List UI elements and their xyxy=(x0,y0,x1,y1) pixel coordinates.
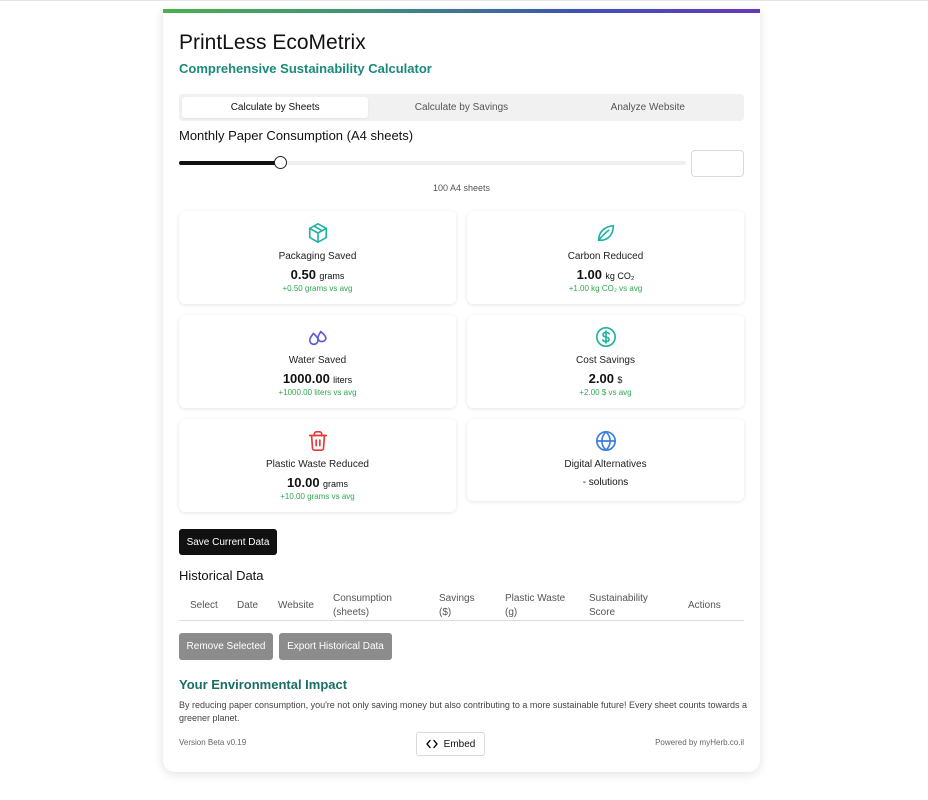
metric-label: Carbon Reduced xyxy=(567,251,644,262)
window-top-border xyxy=(0,0,928,1)
metric-value: 0.50 grams xyxy=(290,267,345,282)
mode-tabs: Calculate by Sheets Calculate by Savings… xyxy=(179,94,744,121)
slider-fill xyxy=(179,161,280,165)
historical-data-table-header: Select Date Website Consumption (sheets)… xyxy=(179,591,744,621)
trash-icon xyxy=(308,431,327,451)
droplets-icon xyxy=(308,330,327,346)
gradient-accent-bar xyxy=(163,9,760,13)
metric-comparison: +0.50 grams vs avg xyxy=(282,284,353,293)
app-title: PrintLess EcoMetrix xyxy=(179,31,366,54)
metric-plastic-waste-reduced: Plastic Waste Reduced 10.00 grams +10.00… xyxy=(179,419,456,512)
metric-label: Water Saved xyxy=(288,355,347,366)
metric-cost-savings: Cost Savings 2.00 $ +2.00 $ vs avg xyxy=(467,315,744,408)
historical-data-title: Historical Data xyxy=(179,568,264,583)
embed-label: Embed xyxy=(443,738,476,750)
tab-analyze-website[interactable]: Analyze Website xyxy=(555,97,741,118)
column-header: Date xyxy=(237,600,259,611)
column-header: Select xyxy=(190,600,218,611)
metric-comparison: +1.00 kg CO₂ vs avg xyxy=(568,284,643,293)
save-current-data-button[interactable]: Save Current Data xyxy=(179,529,277,555)
tab-calculate-by-sheets[interactable]: Calculate by Sheets xyxy=(182,97,369,118)
remove-selected-button[interactable]: Remove Selected xyxy=(179,633,273,660)
slider-label: Monthly Paper Consumption (A4 sheets) xyxy=(179,128,414,143)
leaf-icon xyxy=(597,224,614,242)
metric-comparison: +10.00 grams vs avg xyxy=(280,492,355,501)
metric-water-saved: Water Saved 1000.00 liters +1000.00 lite… xyxy=(179,315,456,408)
column-header: Consumption (sheets) xyxy=(333,593,392,618)
embed-button[interactable]: Embed xyxy=(416,732,485,756)
metric-digital-alternatives: Digital Alternatives - solutions xyxy=(467,419,744,501)
slider-value-text: 100 A4 sheets xyxy=(432,183,491,193)
code-icon xyxy=(425,739,438,749)
consumption-slider[interactable] xyxy=(179,156,686,169)
globe-icon xyxy=(595,431,616,451)
slider-thumb[interactable] xyxy=(274,156,287,169)
impact-title: Your Environmental Impact xyxy=(179,677,348,692)
metric-packaging-saved: Packaging Saved 0.50 grams +0.50 grams v… xyxy=(179,211,456,304)
consumption-input[interactable] xyxy=(691,150,744,177)
metric-value: 10.00 grams xyxy=(287,475,348,490)
metric-label: Plastic Waste Reduced xyxy=(265,459,369,470)
metric-value: 2.00 $ xyxy=(588,371,623,386)
app-subtitle: Comprehensive Sustainability Calculator xyxy=(179,61,432,76)
metric-carbon-reduced: Carbon Reduced 1.00 kg CO₂ +1.00 kg CO₂ … xyxy=(467,211,744,304)
metric-comparison: +2.00 $ vs avg xyxy=(579,388,632,397)
column-header: Website xyxy=(278,600,314,611)
package-icon xyxy=(308,223,327,243)
column-header: Plastic Waste (g) xyxy=(505,593,566,618)
metric-comparison: +1000.00 liters vs avg xyxy=(278,388,357,397)
column-header: Actions xyxy=(688,600,721,611)
metric-label: Cost Savings xyxy=(576,355,635,366)
dollar-icon xyxy=(595,327,616,347)
powered-by-label: Powered by myHerb.co.il xyxy=(655,738,744,747)
calculator-card: PrintLess EcoMetrix Comprehensive Sustai… xyxy=(163,9,760,772)
metric-value: 1000.00 liters xyxy=(282,371,353,386)
metric-value: - solutions xyxy=(582,477,629,488)
column-header: Savings ($) xyxy=(439,593,475,618)
metric-label: Digital Alternatives xyxy=(564,459,647,470)
impact-text: By reducing paper consumption, you're no… xyxy=(179,700,748,723)
metric-label: Packaging Saved xyxy=(278,251,357,262)
export-historical-data-button[interactable]: Export Historical Data xyxy=(279,633,392,660)
metric-value: 1.00 kg CO₂ xyxy=(576,267,635,282)
tab-calculate-by-savings[interactable]: Calculate by Savings xyxy=(368,97,554,118)
column-header: Sustainability Score xyxy=(589,593,648,618)
version-label: Version Beta v0.19 xyxy=(179,738,247,747)
